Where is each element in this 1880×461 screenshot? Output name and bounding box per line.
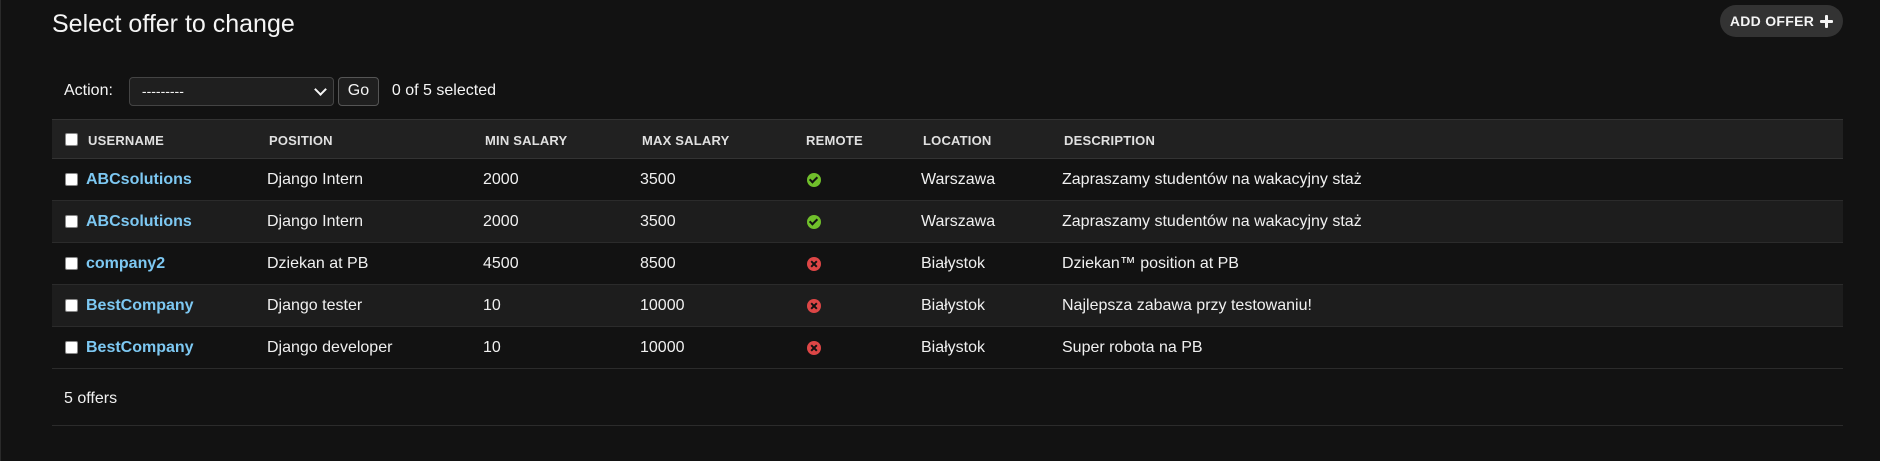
min-salary-cell: 2000 <box>483 213 519 230</box>
position-cell: Django Intern <box>267 171 364 188</box>
selected-count: 0 of 5 selected <box>391 82 496 99</box>
table-row: ABCsolutions Django Intern 2000 3500 War… <box>52 159 1843 201</box>
row-checkbox[interactable] <box>65 341 78 354</box>
table-row: ABCsolutions Django Intern 2000 3500 War… <box>52 201 1843 243</box>
paginator: 5 offers <box>52 372 1843 426</box>
row-checkbox[interactable] <box>65 257 78 270</box>
location-cell: Białystok <box>921 339 986 356</box>
no-icon <box>807 341 821 355</box>
no-icon <box>807 299 821 313</box>
result-count: 5 offers <box>64 389 118 407</box>
chevron-down-icon <box>314 82 327 96</box>
position-cell: Django tester <box>267 297 363 314</box>
max-salary-cell: 10000 <box>640 339 685 356</box>
results-table: USERNAME POSITION MIN SALARY MAX SALARY … <box>52 119 1843 369</box>
table-header: USERNAME POSITION MIN SALARY MAX SALARY … <box>52 119 1843 159</box>
position-cell: Django developer <box>267 339 393 356</box>
min-salary-cell: 10 <box>483 297 501 314</box>
column-header-location[interactable]: LOCATION <box>923 120 992 160</box>
description-cell: Najlepsza zabawa przy testowaniu! <box>1062 297 1312 314</box>
username-link[interactable]: BestCompany <box>86 297 194 315</box>
max-salary-cell: 8500 <box>640 255 676 272</box>
location-cell: Warszawa <box>921 213 996 230</box>
row-checkbox[interactable] <box>65 173 78 186</box>
action-select[interactable]: --------- <box>128 76 334 106</box>
column-header-position[interactable]: POSITION <box>269 120 333 160</box>
row-checkbox[interactable] <box>65 299 78 312</box>
page-title: Select offer to change <box>52 10 295 38</box>
yes-icon <box>807 215 821 229</box>
max-salary-cell: 3500 <box>640 213 676 230</box>
min-salary-cell: 2000 <box>483 171 519 188</box>
max-salary-cell: 3500 <box>640 171 676 188</box>
select-all-checkbox[interactable] <box>65 133 78 146</box>
action-select-value: --------- <box>141 83 184 99</box>
position-cell: Django Intern <box>267 213 364 230</box>
column-header-remote[interactable]: REMOTE <box>806 120 863 160</box>
min-salary-cell: 4500 <box>483 255 519 272</box>
row-checkbox[interactable] <box>65 215 78 228</box>
description-cell: Zapraszamy studentów na wakacyjny staż <box>1062 213 1362 230</box>
max-salary-cell: 10000 <box>640 297 685 314</box>
description-cell: Dziekan™ position at PB <box>1062 255 1239 272</box>
description-cell: Super robota na PB <box>1062 339 1203 356</box>
add-offer-button[interactable]: ADD OFFER <box>1720 5 1843 37</box>
yes-icon <box>807 173 821 187</box>
table-row: BestCompany Django tester 10 10000 Biały… <box>52 285 1843 327</box>
action-bar: Action: --------- Go 0 of 5 selected <box>52 75 496 107</box>
table-row: company2 Dziekan at PB 4500 8500 Białyst… <box>52 243 1843 285</box>
description-cell: Zapraszamy studentów na wakacyjny staż <box>1062 171 1362 188</box>
username-link[interactable]: BestCompany <box>86 339 194 357</box>
column-header-max-salary[interactable]: MAX SALARY <box>642 120 729 160</box>
go-button[interactable]: Go <box>337 76 379 106</box>
location-cell: Białystok <box>921 255 986 272</box>
location-cell: Warszawa <box>921 171 996 188</box>
no-icon <box>807 257 821 271</box>
plus-icon <box>1820 14 1834 28</box>
username-link[interactable]: ABCsolutions <box>86 213 192 231</box>
location-cell: Białystok <box>921 297 986 314</box>
content-area: Select offer to change ADD OFFER Action:… <box>0 0 1880 461</box>
column-header-username[interactable]: USERNAME <box>88 120 164 160</box>
action-label: Action: <box>64 82 113 99</box>
column-header-description[interactable]: DESCRIPTION <box>1064 120 1155 160</box>
table-row: BestCompany Django developer 10 10000 Bi… <box>52 327 1843 369</box>
position-cell: Dziekan at PB <box>267 255 369 272</box>
add-offer-label: ADD OFFER <box>1729 13 1815 29</box>
column-header-min-salary[interactable]: MIN SALARY <box>485 120 567 160</box>
username-link[interactable]: company2 <box>86 255 165 273</box>
min-salary-cell: 10 <box>483 339 501 356</box>
username-link[interactable]: ABCsolutions <box>86 171 192 189</box>
